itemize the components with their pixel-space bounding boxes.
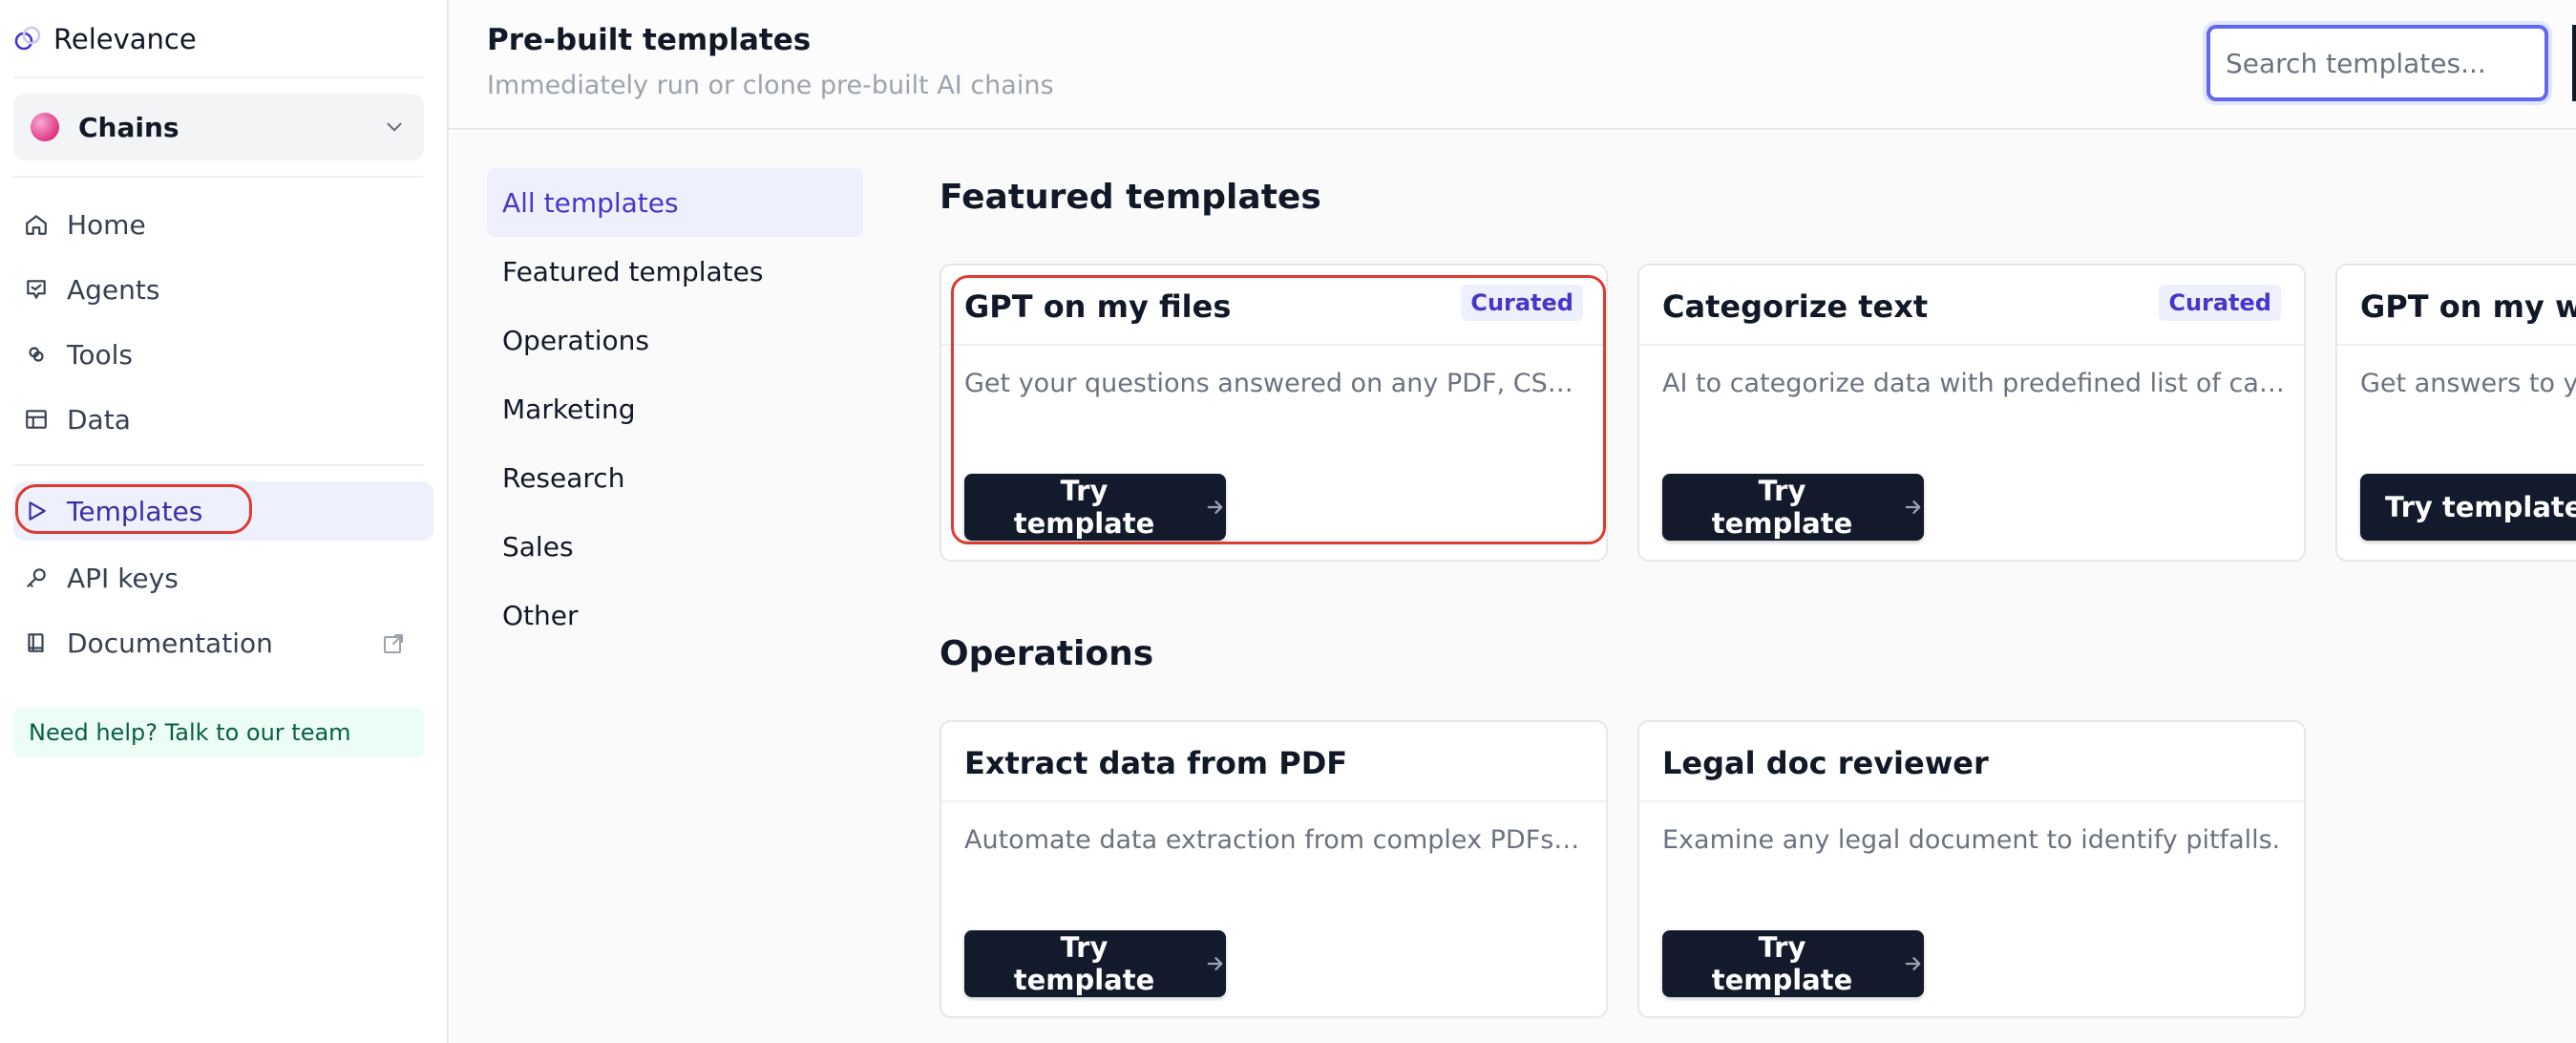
external-link-icon — [384, 634, 403, 653]
category-marketing[interactable]: Marketing — [487, 374, 863, 443]
agent-icon — [23, 276, 50, 303]
try-template-button[interactable]: Try template — [964, 474, 1226, 541]
divider — [1639, 344, 2304, 346]
sidebar-item-label: Templates — [67, 495, 203, 527]
category-sales[interactable]: Sales — [487, 512, 863, 581]
sidebar-item-home[interactable]: Home — [13, 195, 433, 254]
curated-badge: Curated — [1461, 285, 1583, 321]
sidebar-item-label: Documentation — [67, 627, 273, 659]
sidebar-item-label: Tools — [67, 338, 133, 371]
card-description: Get your questions answered on any PDF, … — [964, 369, 1587, 398]
sidebar-item-templates[interactable]: Templates — [13, 481, 433, 541]
card-description: Get answers to yo — [2360, 369, 2576, 398]
card-description: AI to categorize data with predefined li… — [1662, 369, 2285, 398]
help-banner[interactable]: Need help? Talk to our team — [13, 708, 424, 757]
divider — [13, 76, 424, 78]
workspace-avatar — [31, 113, 59, 141]
divider — [13, 464, 424, 466]
section-title: Operations — [940, 634, 1154, 673]
workspace-selector[interactable]: Chains — [13, 94, 424, 160]
sidebar-item-label: Data — [67, 403, 131, 436]
divider — [13, 176, 424, 178]
page-title: Pre-built templates — [487, 23, 812, 57]
category-operations[interactable]: Operations — [487, 306, 863, 374]
try-template-button[interactable]: Try template — [1662, 474, 1924, 541]
template-card[interactable]: Extract data from PDF Automate data extr… — [940, 720, 1608, 1018]
page-subtitle: Immediately run or clone pre-built AI ch… — [487, 71, 1054, 100]
card-title: GPT on my files — [964, 288, 1232, 325]
divider — [941, 800, 1606, 802]
key-icon — [23, 564, 50, 591]
card-description: Automate data extraction from complex PD… — [964, 825, 1587, 855]
workspace-name: Chains — [78, 111, 179, 143]
card-title: Extract data from PDF — [964, 745, 1348, 781]
button-label: Try template — [1711, 475, 1853, 540]
page-header: Pre-built templates Immediately run or c… — [449, 0, 2576, 130]
card-title: Legal doc reviewer — [1662, 745, 1989, 781]
sidebar-item-label: Home — [67, 208, 146, 241]
divider — [1639, 800, 2304, 802]
arrow-right-icon — [1905, 500, 1921, 514]
brand[interactable]: Relevance — [13, 19, 197, 59]
home-icon — [23, 211, 50, 238]
divider — [941, 344, 1606, 346]
button-label: Try template — [2385, 491, 2576, 523]
sidebar-item-label: Agents — [67, 273, 160, 306]
main-content: All templates Featured templates Operati… — [451, 132, 2576, 1043]
category-other[interactable]: Other — [487, 581, 863, 649]
category-all-templates[interactable]: All templates — [487, 168, 863, 237]
section-title: Featured templates — [940, 178, 1321, 217]
try-template-button[interactable]: Try template — [2360, 474, 2576, 541]
button-label: Try template — [1711, 931, 1853, 996]
sidebar-item-api-keys[interactable]: API keys — [13, 548, 433, 607]
arrow-right-icon — [1905, 957, 1921, 970]
button-label: Try template — [1013, 931, 1155, 996]
sidebar: Relevance Chains Home Agents Tools Data … — [0, 0, 449, 1043]
play-icon — [23, 498, 50, 524]
chevron-down-icon — [387, 122, 402, 132]
try-template-button[interactable]: Try template — [964, 930, 1226, 997]
arrow-right-icon — [1207, 500, 1223, 514]
sidebar-item-agents[interactable]: Agents — [13, 260, 433, 319]
category-research[interactable]: Research — [487, 443, 863, 512]
card-description: Examine any legal document to identify p… — [1662, 825, 2281, 855]
sidebar-item-data[interactable]: Data — [13, 390, 433, 449]
sidebar-item-tools[interactable]: Tools — [13, 325, 433, 384]
sidebar-item-label: API keys — [67, 562, 179, 594]
divider — [2337, 344, 2576, 346]
book-icon — [23, 629, 50, 656]
template-card[interactable]: GPT on my web Get answers to yo Try temp… — [2335, 264, 2576, 562]
relevance-logo-icon — [13, 25, 42, 53]
template-card[interactable]: Categorize text Curated AI to categorize… — [1637, 264, 2306, 562]
search-input[interactable] — [2206, 25, 2548, 101]
category-featured-templates[interactable]: Featured templates — [487, 237, 863, 306]
card-title: GPT on my web — [2360, 288, 2576, 325]
card-title: Categorize text — [1662, 288, 1929, 325]
try-template-button[interactable]: Try template — [1662, 930, 1924, 997]
arrow-right-icon — [1207, 957, 1223, 970]
curated-badge: Curated — [2159, 285, 2281, 321]
header-edge-button[interactable] — [2572, 25, 2576, 101]
tools-icon — [23, 341, 50, 368]
table-icon — [23, 406, 50, 433]
button-label: Try template — [1013, 475, 1155, 540]
sidebar-item-documentation[interactable]: Documentation — [13, 613, 433, 672]
brand-name: Relevance — [53, 23, 197, 55]
template-card[interactable]: Legal doc reviewer Examine any legal doc… — [1637, 720, 2306, 1018]
template-card[interactable]: GPT on my files Curated Get your questio… — [940, 264, 1608, 562]
